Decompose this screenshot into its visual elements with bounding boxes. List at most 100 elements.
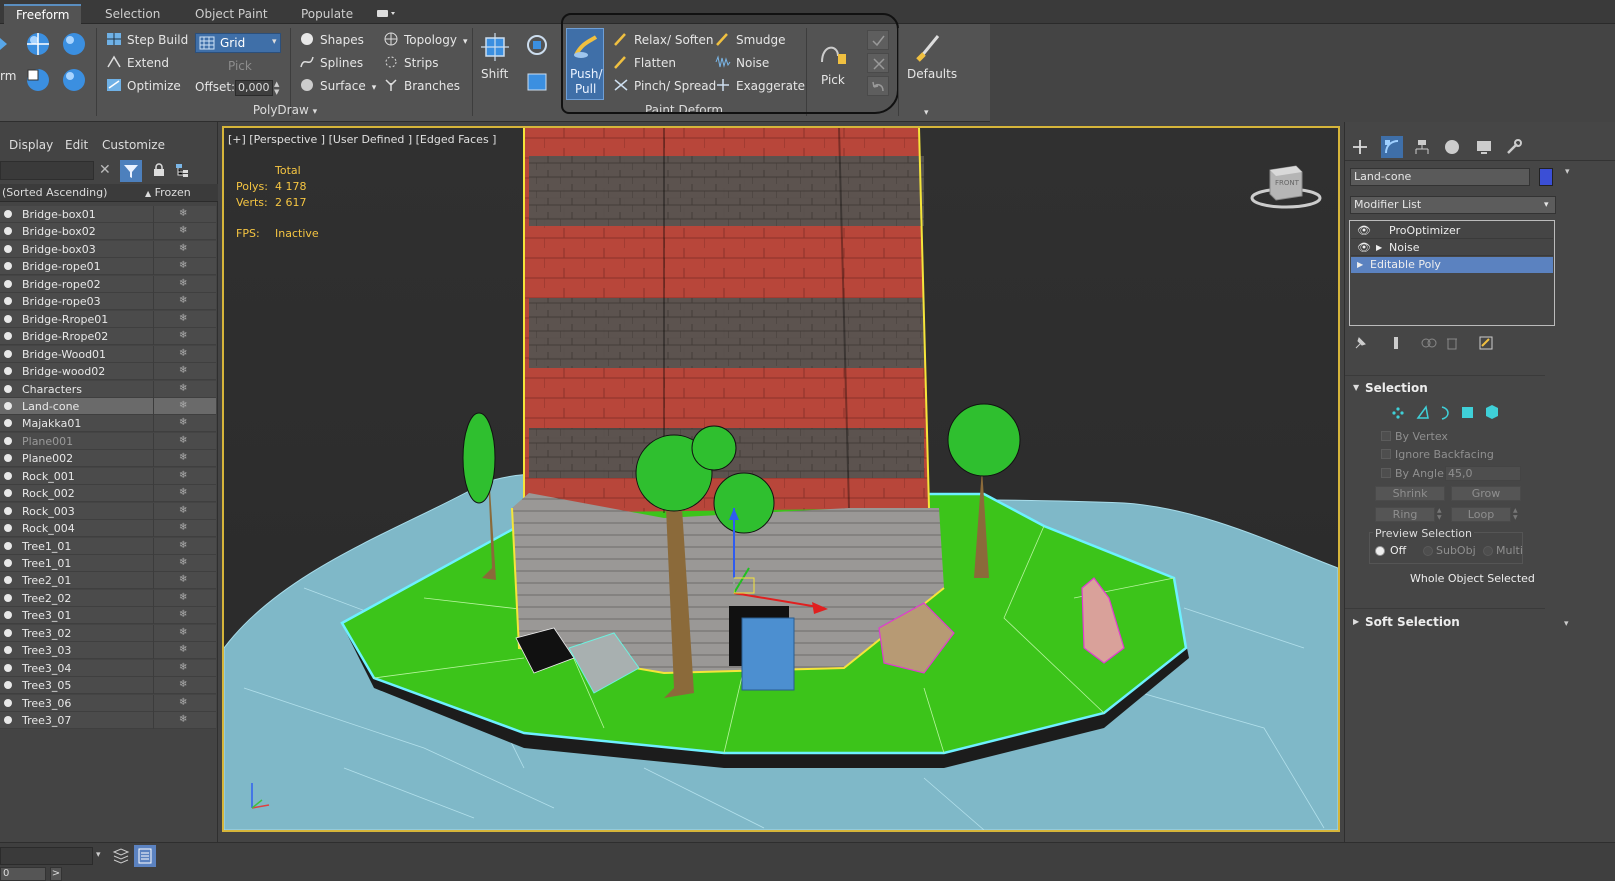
sort-column-header[interactable]: (Sorted Ascending) bbox=[2, 186, 107, 199]
freeze-icon[interactable]: ❄ bbox=[179, 243, 187, 254]
freeze-icon[interactable]: ❄ bbox=[179, 470, 187, 481]
panel-scroll-arrow-icon[interactable]: ▾ bbox=[1565, 167, 1570, 177]
visibility-icon[interactable] bbox=[4, 681, 12, 690]
visibility-icon[interactable] bbox=[4, 279, 12, 288]
loop-button[interactable]: Loop bbox=[1451, 507, 1511, 522]
splines-button[interactable]: Splines bbox=[299, 53, 363, 73]
tab-object-paint[interactable]: Object Paint bbox=[183, 4, 280, 24]
freeze-icon[interactable]: ❄ bbox=[179, 330, 187, 341]
freeze-icon[interactable]: ❄ bbox=[179, 208, 187, 219]
list-item[interactable]: Tree3_01 ❄ bbox=[0, 607, 216, 625]
visibility-icon[interactable] bbox=[4, 489, 12, 498]
hierarchy-tab-icon[interactable] bbox=[1413, 138, 1431, 159]
preview-multi-radio[interactable] bbox=[1483, 546, 1493, 556]
list-item[interactable]: Bridge-Wood01 ❄ bbox=[0, 345, 216, 363]
loop-spinner[interactable]: ▲ ▼ bbox=[1513, 507, 1521, 522]
visibility-icon[interactable] bbox=[4, 332, 12, 341]
list-item[interactable]: Bridge-Rrope01 ❄ bbox=[0, 310, 216, 328]
explorer-search-input[interactable] bbox=[0, 161, 94, 180]
list-item[interactable]: Bridge-rope03 ❄ bbox=[0, 293, 216, 311]
step-build-button[interactable]: Step Build bbox=[106, 30, 188, 50]
by-vertex-checkbox[interactable] bbox=[1381, 431, 1391, 441]
list-item[interactable]: Rock_004 ❄ bbox=[0, 520, 216, 538]
hierarchy-icon[interactable] bbox=[175, 163, 189, 180]
list-item[interactable]: Tree3_06 ❄ bbox=[0, 694, 216, 712]
pick-button[interactable]: Pick bbox=[228, 56, 252, 76]
list-item[interactable]: Tree1_01 ❄ bbox=[0, 555, 216, 572]
list-item[interactable]: Bridge-box02 ❄ bbox=[0, 223, 216, 241]
list-item[interactable]: Tree2_02 ❄ bbox=[0, 589, 216, 607]
ribbon-options-icon[interactable] bbox=[376, 8, 398, 20]
visibility-icon[interactable] bbox=[4, 576, 12, 585]
freeze-icon[interactable]: ❄ bbox=[179, 609, 187, 620]
soft-selection-rollout-title[interactable]: Soft Selection bbox=[1365, 615, 1460, 629]
grid-dropdown[interactable]: Grid ▾ bbox=[195, 33, 281, 53]
conform-brush-icon[interactable] bbox=[24, 30, 52, 58]
freeze-icon[interactable]: ❄ bbox=[179, 295, 187, 306]
remove-modifier-icon[interactable] bbox=[1445, 336, 1459, 353]
eye-icon[interactable]: 👁 bbox=[1357, 223, 1371, 239]
list-item[interactable]: Tree2_01 ❄ bbox=[0, 572, 216, 590]
visibility-icon[interactable] bbox=[4, 559, 12, 567]
ignore-backfacing-checkbox[interactable] bbox=[1381, 449, 1391, 459]
visibility-icon[interactable] bbox=[4, 524, 12, 533]
freeze-icon[interactable]: ❄ bbox=[179, 365, 187, 376]
list-item[interactable]: Characters ❄ bbox=[0, 380, 216, 398]
ring-button[interactable]: Ring bbox=[1375, 507, 1435, 522]
freeze-icon[interactable]: ❄ bbox=[179, 557, 187, 568]
topology-button[interactable]: Topology ▾ bbox=[383, 30, 468, 50]
freeze-icon[interactable]: ❄ bbox=[179, 540, 187, 551]
visibility-icon[interactable] bbox=[4, 611, 12, 620]
freeze-icon[interactable]: ❄ bbox=[179, 627, 187, 638]
frame-input[interactable]: 0 bbox=[0, 867, 46, 881]
list-item[interactable]: Rock_001 ❄ bbox=[0, 467, 216, 485]
freeze-icon[interactable]: ❄ bbox=[179, 662, 187, 673]
visibility-icon[interactable] bbox=[4, 506, 12, 515]
modifier-list-dropdown[interactable]: Modifier List ▾ bbox=[1350, 196, 1556, 214]
selection-rollout-title[interactable]: Selection bbox=[1365, 381, 1428, 395]
freeze-icon[interactable]: ❄ bbox=[179, 452, 187, 463]
freeze-icon[interactable]: ❄ bbox=[179, 487, 187, 498]
show-end-result-icon[interactable] bbox=[1389, 336, 1403, 353]
menu-edit[interactable]: Edit bbox=[65, 138, 88, 152]
draw-on-surface-icon[interactable] bbox=[24, 66, 52, 94]
create-tab-icon[interactable] bbox=[1351, 138, 1369, 159]
preview-subobj-radio[interactable] bbox=[1423, 546, 1433, 556]
relax-brush-icon[interactable] bbox=[60, 66, 88, 94]
visibility-icon[interactable] bbox=[4, 454, 12, 463]
rollout-collapse-icon[interactable]: ▼ bbox=[1353, 383, 1359, 392]
display-tab-icon[interactable] bbox=[1475, 138, 1493, 159]
freeform-cut-icon[interactable] bbox=[0, 32, 8, 56]
pin-stack-icon[interactable] bbox=[1353, 336, 1367, 353]
freeze-icon[interactable]: ❄ bbox=[179, 313, 187, 324]
visibility-icon[interactable] bbox=[4, 297, 12, 306]
list-item[interactable]: Bridge-rope02 ❄ bbox=[0, 275, 216, 293]
visibility-icon[interactable] bbox=[4, 646, 12, 655]
perspective-viewport[interactable]: [+] [Perspective ] [User Defined ] [Edge… bbox=[222, 126, 1340, 832]
grow-button[interactable]: Grow bbox=[1451, 486, 1521, 501]
make-unique-icon[interactable] bbox=[1421, 336, 1437, 353]
clear-search-icon[interactable]: ✕ bbox=[99, 162, 111, 178]
list-item[interactable]: Tree3_07 ❄ bbox=[0, 712, 216, 730]
freeze-icon[interactable]: ❄ bbox=[179, 574, 187, 585]
shift-icon[interactable] bbox=[480, 32, 510, 62]
expand-arrow-icon[interactable]: ▶ bbox=[1357, 257, 1363, 273]
offset-spinner[interactable]: ▲ ▼ bbox=[274, 80, 282, 96]
list-item[interactable]: Plane001 ❄ bbox=[0, 432, 216, 450]
list-item[interactable]: Tree3_03 ❄ bbox=[0, 642, 216, 660]
list-item[interactable]: Bridge-box01 ❄ bbox=[0, 206, 216, 223]
strips-button[interactable]: Strips bbox=[383, 53, 438, 73]
viewport-label[interactable]: [+] [Perspective ] [User Defined ] [Edge… bbox=[228, 133, 496, 146]
rotate-icon[interactable] bbox=[524, 32, 550, 58]
visibility-icon[interactable] bbox=[4, 698, 12, 707]
list-item[interactable]: Bridge-wood02 ❄ bbox=[0, 363, 216, 381]
surface-button[interactable]: Surface ▾ bbox=[299, 76, 376, 96]
freeze-icon[interactable]: ❄ bbox=[179, 679, 187, 690]
tab-selection[interactable]: Selection bbox=[93, 4, 172, 24]
stack-item-noise[interactable]: 👁 ▶ Noise bbox=[1351, 240, 1553, 256]
lock-icon[interactable] bbox=[153, 163, 165, 180]
viewcube[interactable]: FRONT bbox=[1248, 162, 1324, 212]
visibility-icon[interactable] bbox=[4, 227, 12, 236]
freeze-icon[interactable]: ❄ bbox=[179, 435, 187, 446]
by-angle-checkbox[interactable] bbox=[1381, 468, 1391, 478]
